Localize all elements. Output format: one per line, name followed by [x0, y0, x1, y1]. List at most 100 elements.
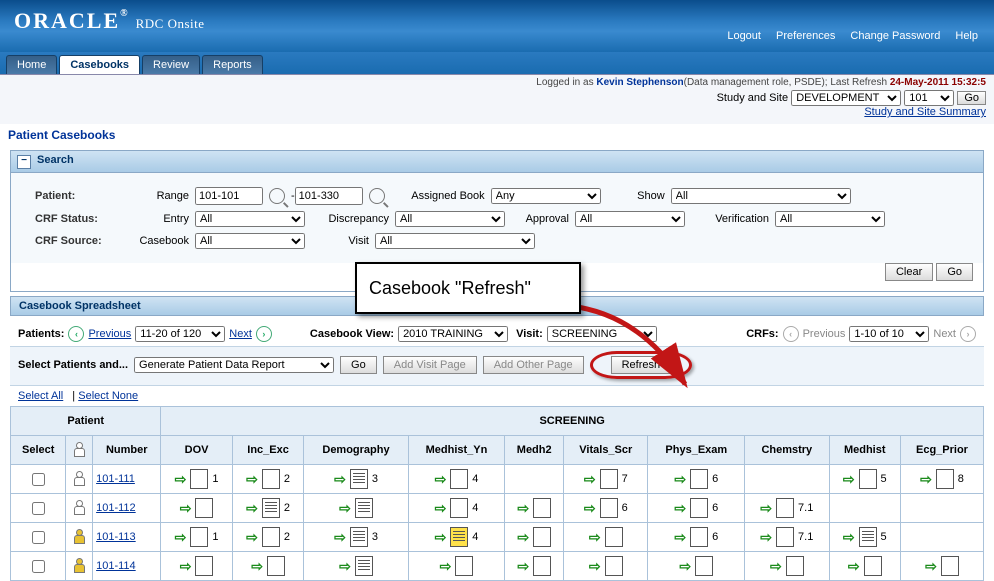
crfs-page-select[interactable]: 1-10 of 10	[849, 326, 929, 342]
row-select-checkbox[interactable]	[32, 531, 45, 544]
discrepancy-select[interactable]: All	[395, 211, 505, 227]
visit-select[interactable]: All	[375, 233, 535, 249]
crf-cell[interactable]: ⇨	[505, 523, 564, 552]
crf-cell[interactable]: ⇨2	[232, 494, 303, 523]
crf-cell[interactable]: ⇨6	[648, 523, 745, 552]
action-select[interactable]: Generate Patient Data Report	[134, 357, 334, 373]
crf-cell[interactable]: ⇨8	[900, 465, 983, 494]
change-password-link[interactable]: Change Password	[850, 30, 940, 42]
crf-cell[interactable]	[829, 494, 900, 523]
prev-icon[interactable]: ‹	[68, 326, 84, 342]
page-icon	[533, 498, 551, 518]
action-go-button[interactable]: Go	[340, 356, 377, 374]
logout-link[interactable]: Logout	[727, 30, 761, 42]
crf-cell[interactable]: ⇨	[564, 552, 648, 581]
page-icon	[533, 527, 551, 547]
crf-cell[interactable]	[745, 465, 829, 494]
select-none-link[interactable]: Select None	[78, 390, 138, 402]
approval-select[interactable]: All	[575, 211, 685, 227]
site-select[interactable]: 101	[904, 90, 954, 106]
crf-cell[interactable]	[900, 494, 983, 523]
site-go-button[interactable]: Go	[957, 91, 986, 105]
tab-review[interactable]: Review	[142, 55, 200, 74]
crf-cell[interactable]: ⇨	[745, 552, 829, 581]
page-icon	[695, 556, 713, 576]
crf-cell[interactable]: ⇨6	[648, 494, 745, 523]
tab-casebooks[interactable]: Casebooks	[59, 55, 140, 74]
crf-number: 3	[372, 473, 378, 485]
crf-cell[interactable]: ⇨7.1	[745, 494, 829, 523]
collapse-icon[interactable]: −	[17, 155, 31, 169]
crf-cell[interactable]	[900, 523, 983, 552]
entry-select[interactable]: All	[195, 211, 305, 227]
row-select-checkbox[interactable]	[32, 473, 45, 486]
crf-cell[interactable]: ⇨	[232, 552, 303, 581]
username: Kevin Stephenson	[596, 77, 683, 88]
crf-cell[interactable]: ⇨	[304, 494, 408, 523]
crf-cell[interactable]: ⇨4	[408, 465, 505, 494]
range-from-input[interactable]	[195, 187, 263, 205]
assigned-book-select[interactable]: Any	[491, 188, 601, 204]
crf-cell[interactable]: ⇨6	[648, 465, 745, 494]
crf-cell[interactable]: ⇨	[505, 552, 564, 581]
select-all-link[interactable]: Select All	[18, 390, 63, 402]
crf-cell[interactable]: ⇨7.1	[745, 523, 829, 552]
crf-cell[interactable]	[505, 465, 564, 494]
casebook-view-select[interactable]: 2010 TRAINING	[398, 326, 508, 342]
search-icon[interactable]	[369, 188, 385, 204]
crf-cell[interactable]: ⇨1	[161, 523, 232, 552]
search-go-button[interactable]: Go	[936, 263, 973, 281]
crf-cell[interactable]: ⇨	[900, 552, 983, 581]
tab-reports[interactable]: Reports	[202, 55, 263, 74]
crf-cell[interactable]: ⇨	[648, 552, 745, 581]
clear-button[interactable]: Clear	[885, 263, 933, 281]
crf-cell[interactable]: ⇨2	[232, 523, 303, 552]
col-header: DOV	[161, 436, 232, 465]
crf-cell[interactable]: ⇨5	[829, 523, 900, 552]
show-select[interactable]: All	[671, 188, 851, 204]
callout-box: Casebook "Refresh"	[355, 262, 581, 314]
patients-page-select[interactable]: 11-20 of 120	[135, 326, 225, 342]
crf-cell[interactable]: ⇨5	[829, 465, 900, 494]
crf-cell[interactable]: ⇨	[564, 523, 648, 552]
verification-select[interactable]: All	[775, 211, 885, 227]
col-header: Number	[93, 436, 161, 465]
crf-cell[interactable]: ⇨	[505, 494, 564, 523]
study-site-summary-link[interactable]: Study and Site Summary	[864, 106, 986, 118]
crf-cell[interactable]: ⇨3	[304, 465, 408, 494]
crf-cell[interactable]: ⇨	[408, 552, 505, 581]
crf-cell[interactable]: ⇨	[161, 494, 232, 523]
patient-number-link[interactable]: 101-111	[96, 473, 135, 485]
crf-cell[interactable]: ⇨2	[232, 465, 303, 494]
next-icon[interactable]: ›	[256, 326, 272, 342]
crf-cell[interactable]: ⇨4	[408, 494, 505, 523]
patient-number-link[interactable]: 101-113	[96, 531, 136, 543]
previous-link[interactable]: Previous	[88, 328, 131, 340]
page-icon	[450, 498, 468, 518]
crf-cell[interactable]: ⇨	[304, 552, 408, 581]
page-icon	[776, 498, 794, 518]
help-link[interactable]: Help	[955, 30, 978, 42]
search-icon[interactable]	[269, 188, 285, 204]
patient-number-link[interactable]: 101-114	[96, 560, 136, 572]
crf-cell[interactable]: ⇨1	[161, 465, 232, 494]
crf-cell[interactable]: ⇨	[161, 552, 232, 581]
patient-number-link[interactable]: 101-112	[96, 502, 136, 514]
study-select[interactable]: DEVELOPMENT	[791, 90, 901, 106]
add-visit-page-button[interactable]: Add Visit Page	[383, 356, 477, 374]
page-icon	[864, 556, 882, 576]
row-select-checkbox[interactable]	[32, 560, 45, 573]
crf-cell[interactable]: ⇨7	[564, 465, 648, 494]
crf-cell[interactable]: ⇨	[829, 552, 900, 581]
tab-home[interactable]: Home	[6, 55, 57, 74]
casebook-select[interactable]: All	[195, 233, 305, 249]
range-to-input[interactable]	[295, 187, 363, 205]
crf-cell[interactable]: ⇨3	[304, 523, 408, 552]
crf-number: 1	[212, 531, 218, 543]
arrow-icon: ⇨	[848, 558, 860, 575]
crf-cell[interactable]: ⇨6	[564, 494, 648, 523]
preferences-link[interactable]: Preferences	[776, 30, 835, 42]
next-link[interactable]: Next	[229, 328, 252, 340]
crf-cell[interactable]: ⇨4	[408, 523, 505, 552]
row-select-checkbox[interactable]	[32, 502, 45, 515]
